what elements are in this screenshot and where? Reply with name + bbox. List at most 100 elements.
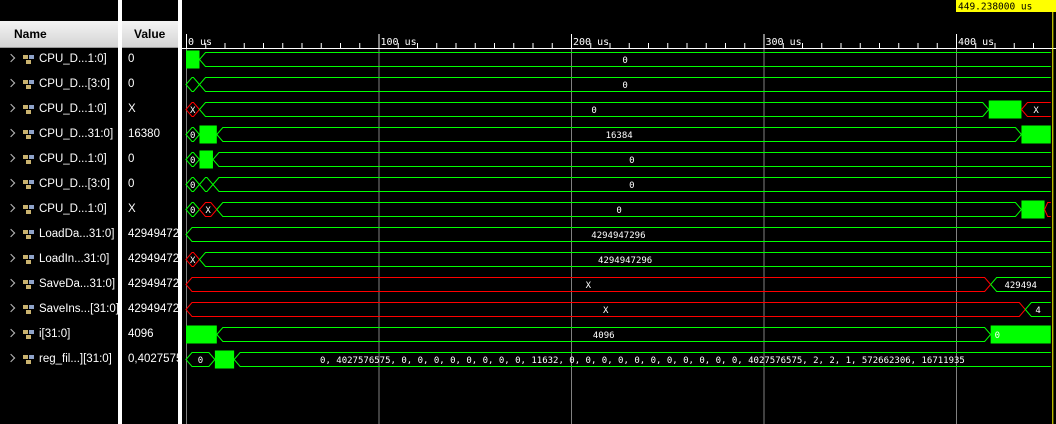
signal-waveform[interactable]: 00 — [185, 150, 1051, 169]
signal-waveform[interactable]: X 429494 — [185, 277, 1051, 292]
bus-signal-icon — [23, 130, 34, 139]
expand-chevron-icon[interactable] — [6, 103, 16, 113]
signal-name: i[31:0] — [39, 328, 71, 340]
signal-name: CPU_D...1:0] — [39, 103, 107, 115]
signal-row[interactable]: SaveIns...[31:0] — [0, 297, 119, 322]
bus-value-label: 0, 4027576575, 0, 0, 0, 0, 0, 0, 0, 0, 1… — [320, 356, 965, 366]
bus-value-label: 4294947296 — [598, 256, 652, 266]
signal-name: CPU_D...1:0] — [39, 203, 107, 215]
signal-waveform[interactable]: X4 — [185, 302, 1051, 317]
bus-value-label: 0 — [190, 206, 195, 216]
expand-chevron-icon[interactable] — [6, 303, 16, 313]
signal-row[interactable]: CPU_D...1:0] — [0, 47, 118, 72]
signal-name: CPU_D...[3:0] — [39, 78, 110, 90]
expand-chevron-icon[interactable] — [6, 128, 16, 138]
expand-chevron-icon[interactable] — [6, 328, 16, 338]
bus-value-label: X — [603, 306, 609, 316]
signal-waveform[interactable]: X 4294947296 — [185, 252, 1051, 267]
signal-name: reg_fil...][31:0] — [39, 353, 112, 365]
bus-signal-icon — [23, 355, 34, 364]
signal-waveform[interactable]: X 0 X — [185, 100, 1051, 119]
bus-value-label: 0 — [622, 81, 627, 91]
bus-segment — [198, 177, 214, 192]
signal-name: LoadIn...31:0] — [39, 253, 110, 265]
signal-row[interactable]: LoadIn...31:0] — [0, 247, 118, 272]
bus-value-label: 429494 — [1004, 281, 1037, 291]
signal-waveform[interactable]: 0X0 — [185, 200, 1051, 219]
expand-chevron-icon[interactable] — [6, 78, 16, 88]
signal-waveform[interactable]: 0 0, 4027576575, 0, 0, 0, 0, 0, 0, 0, 0, … — [185, 350, 1051, 369]
bus-value-label: X — [190, 106, 196, 116]
expand-chevron-icon[interactable] — [6, 153, 16, 163]
signal-value: 16380 — [128, 128, 160, 140]
signal-name: SaveDa...31:0] — [39, 278, 116, 290]
bus-signal-icon — [23, 330, 34, 339]
bus-value-label: 0 — [629, 181, 634, 191]
signal-value: 4096 — [128, 328, 154, 340]
valid-fill-segment — [186, 50, 200, 69]
signal-name: CPU_D...1:0] — [39, 53, 107, 65]
expand-chevron-icon[interactable] — [6, 203, 16, 213]
bus-value-label: 0 — [995, 331, 1000, 341]
bus-signal-icon — [23, 255, 34, 264]
expand-chevron-icon[interactable] — [6, 253, 16, 263]
signal-name: CPU_D...[3:0] — [39, 178, 110, 190]
value-column-header[interactable]: Value — [122, 21, 178, 48]
signal-row[interactable]: CPU_D...[3:0] — [0, 172, 118, 197]
ruler-tick-label: 400 us — [958, 37, 994, 48]
waveform-canvas[interactable]: 0 us 100 us 200 us 300 us 400 us 00X 0 X0 16384… — [182, 0, 1056, 424]
signal-row[interactable]: reg_fil...][31:0] — [0, 347, 118, 372]
bus-value-label: 4096 — [593, 331, 615, 341]
expand-chevron-icon[interactable] — [6, 53, 16, 63]
signal-waveform[interactable]: 0 — [186, 50, 1051, 69]
bus-signal-icon — [23, 305, 34, 314]
expand-chevron-icon[interactable] — [6, 353, 16, 363]
signal-waveform[interactable]: 0 — [185, 77, 1051, 92]
expand-chevron-icon[interactable] — [6, 178, 16, 188]
valid-fill-segment — [186, 325, 217, 344]
signal-name: SaveIns...[31:0] — [39, 303, 119, 315]
valid-fill-segment — [199, 125, 217, 144]
name-column: Name CPU_D...1:0] CPU_D...[3:0] CPU_D...1:… — [0, 0, 119, 424]
bus-segment — [185, 77, 201, 92]
bus-value-label: 0 — [629, 156, 634, 166]
signal-waveform[interactable]: 00 — [185, 177, 1051, 192]
bus-value-label: 4 — [1035, 306, 1040, 316]
signal-row[interactable]: SaveDa...31:0] — [0, 272, 118, 297]
expand-chevron-icon[interactable] — [6, 228, 16, 238]
bus-value-label: 0 — [190, 156, 195, 166]
signal-row[interactable]: LoadDa...31:0] — [0, 222, 118, 247]
undefined-segment — [1044, 202, 1051, 217]
signal-value: X — [128, 103, 136, 115]
signal-value: 42949472 — [128, 228, 178, 240]
bus-value-label: 4294947296 — [591, 231, 645, 241]
valid-fill-segment — [988, 100, 1022, 119]
bus-signal-icon — [23, 230, 34, 239]
bus-value-label: X — [205, 206, 211, 216]
bus-signal-icon — [23, 55, 34, 64]
signal-value: 42949472 — [128, 278, 178, 290]
signal-waveform[interactable]: 4294947296 — [185, 227, 1051, 242]
signal-waveform[interactable]: 4096 0 — [186, 325, 1051, 344]
value-column: Value 0 0 X 16380 0 0 X 42949472 42949472 4294947… — [122, 0, 178, 424]
signal-row[interactable]: CPU_D...31:0] — [0, 122, 118, 147]
signal-name: LoadDa...31:0] — [39, 228, 115, 240]
bus-signal-icon — [23, 80, 34, 89]
name-column-header[interactable]: Name — [0, 21, 118, 48]
signal-row[interactable]: i[31:0] — [0, 322, 118, 347]
signal-row[interactable]: CPU_D...1:0] — [0, 147, 118, 172]
time-ruler[interactable]: 0 us 100 us 200 us 300 us 400 us — [182, 34, 1056, 49]
signal-row[interactable]: CPU_D...[3:0] — [0, 72, 118, 97]
signal-name: CPU_D...31:0] — [39, 128, 114, 140]
bus-value-label: 0 — [190, 181, 195, 191]
time-gridlines — [186, 49, 957, 424]
signal-waveform[interactable]: 0 16384 — [185, 125, 1051, 144]
valid-fill-segment — [199, 150, 213, 169]
signal-row[interactable]: CPU_D...1:0] — [0, 97, 118, 122]
signal-value: 42949472 — [128, 303, 178, 315]
bus-value-label: X — [190, 256, 196, 266]
signal-traces: 00X 0 X0 163840 00 00 X 04294947296X 4294947296X… — [185, 50, 1051, 369]
bus-value-label: 0 — [591, 106, 596, 116]
expand-chevron-icon[interactable] — [6, 278, 16, 288]
signal-row[interactable]: CPU_D...1:0] — [0, 197, 118, 222]
